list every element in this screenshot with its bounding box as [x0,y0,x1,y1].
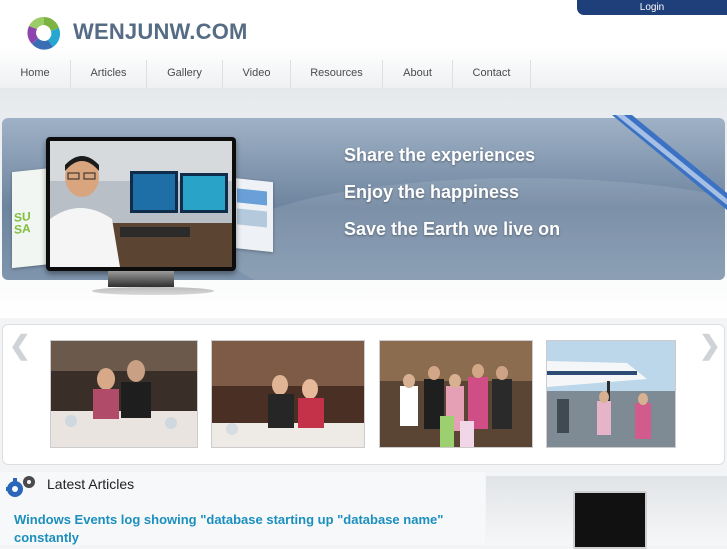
nav-about[interactable]: About [383,60,453,88]
gallery-photo-4[interactable] [546,340,676,448]
person-at-desk-photo [50,141,232,267]
monitor-screen [50,141,232,267]
monitor-stand [108,271,174,287]
hero-monitor-image [46,137,236,271]
login-button[interactable]: Login [577,0,727,15]
gears-icon [6,476,35,497]
nav-articles[interactable]: Articles [71,60,147,88]
article-link[interactable]: Windows Events log showing "database sta… [14,511,454,547]
nav-home[interactable]: Home [0,60,71,88]
site-header: Login WENJUNW.COM Home Articles Gallery … [0,0,727,88]
tagline-enjoy: Enjoy the happiness [344,182,520,202]
gallery-photo-2[interactable] [211,340,365,448]
nav-gallery[interactable]: Gallery [147,60,223,88]
side-monitor-image [573,491,647,549]
nav-contact[interactable]: Contact [453,60,531,88]
nav-video[interactable]: Video [223,60,291,88]
site-logo-icon[interactable] [25,14,63,52]
monitor-base [92,287,214,295]
gallery-photo-1[interactable] [50,340,198,448]
brochure-text: SU SA [14,209,31,237]
main-nav: Home Articles Gallery Video Resources Ab… [0,60,727,88]
brochure-right-image [233,177,273,253]
chevron-right-icon[interactable]: ❯ [699,330,721,361]
tagline-save: Save the Earth we live on [344,219,561,239]
latest-articles-heading: Latest Articles [47,476,135,492]
chevron-left-icon[interactable]: ❮ [9,330,31,361]
tagline-share: Share the experiences [344,145,536,165]
gallery-photo-3[interactable] [379,340,533,448]
corner-ribbon [612,115,727,210]
nav-resources[interactable]: Resources [291,60,383,88]
site-title[interactable]: WENJUNW.COM [73,19,248,45]
